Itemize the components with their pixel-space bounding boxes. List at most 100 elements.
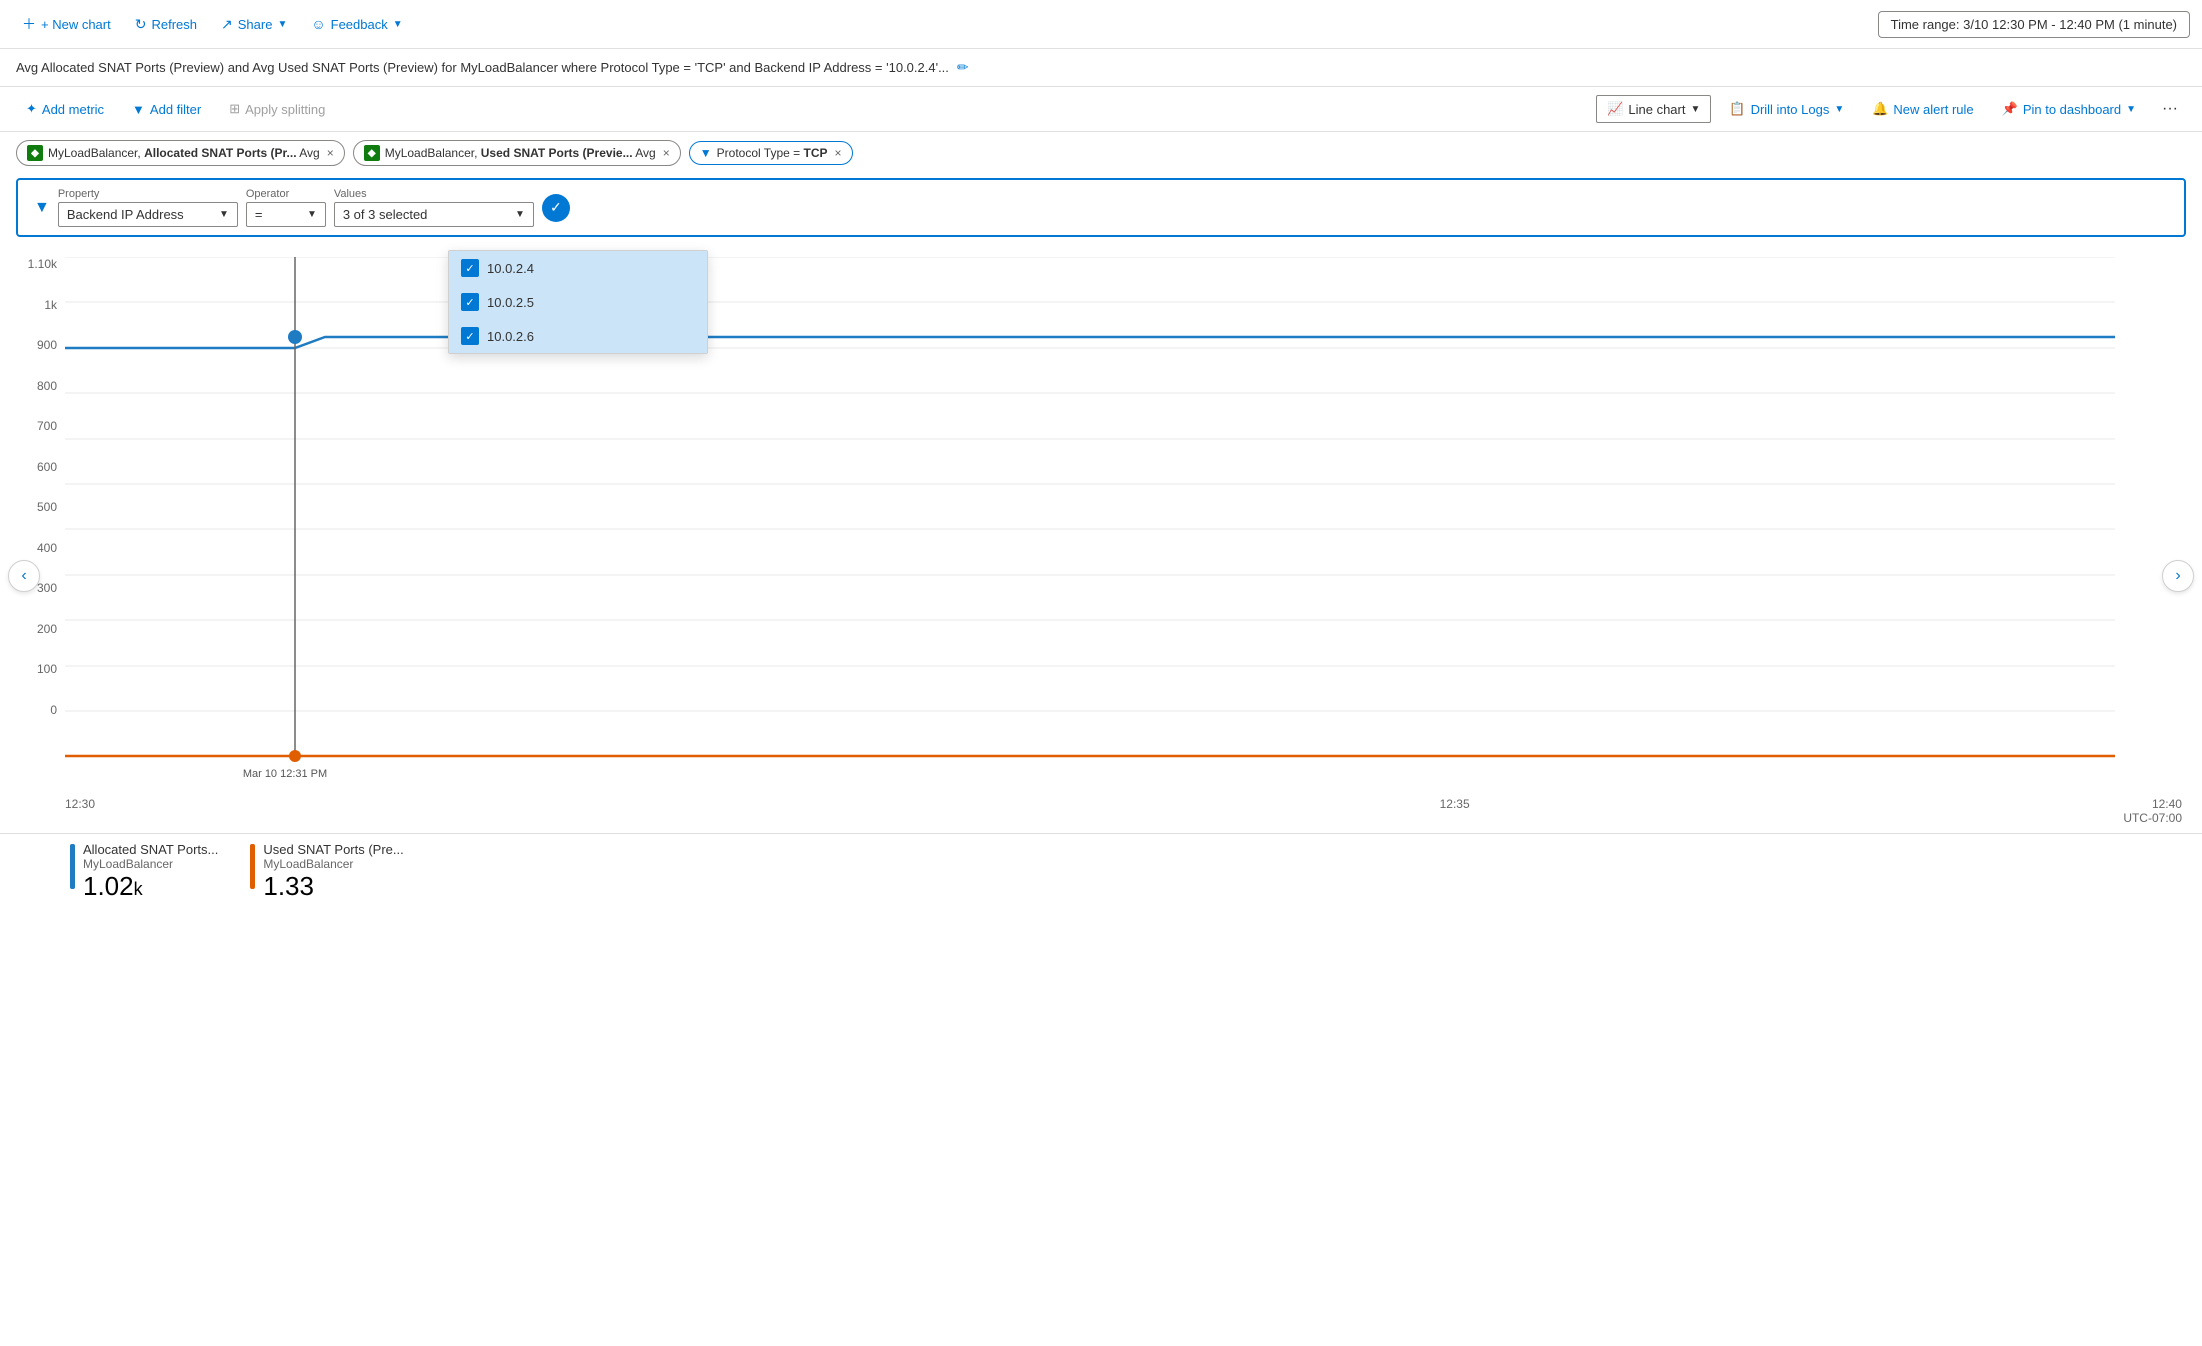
property-select[interactable]: Backend IP Address ▼ <box>58 202 238 227</box>
dropdown-item-2[interactable]: ✓ 10.0.2.5 <box>449 285 707 319</box>
pin-icon: 📌 <box>2002 101 2018 117</box>
chart-nav-right[interactable]: › <box>2162 560 2194 592</box>
new-alert-label: New alert rule <box>1893 102 1973 117</box>
dropdown-value-3: 10.0.2.6 <box>487 329 534 344</box>
cursor-dot-orange <box>289 750 301 762</box>
line-chart-label: Line chart <box>1628 102 1685 117</box>
chart-wrapper: ‹ › 1.10k 1k 900 800 700 600 500 400 300… <box>0 241 2202 910</box>
add-filter-icon: ▼ <box>132 102 145 117</box>
time-range-label: Time range: 3/10 12:30 PM - 12:40 PM (1 … <box>1891 17 2177 32</box>
legend-value-1: 1.02k <box>83 871 218 902</box>
operator-field: Operator = ▼ <box>246 188 326 227</box>
chip-filter-close[interactable]: × <box>834 146 841 160</box>
cursor-dot-blue <box>288 330 302 344</box>
share-chevron-icon: ▼ <box>277 19 287 30</box>
chip-label-2: MyLoadBalancer, Used SNAT Ports (Previe.… <box>385 146 656 160</box>
hover-time-label: Mar 10 12:31 PM <box>243 768 327 780</box>
property-field: Property Backend IP Address ▼ <box>58 188 238 227</box>
legend: Allocated SNAT Ports... MyLoadBalancer 1… <box>0 833 2202 910</box>
chart-svg: Mar 10 12:31 PM <box>65 257 2202 797</box>
edit-icon[interactable]: ✏ <box>957 59 969 76</box>
check-icon-3: ✓ <box>461 327 479 345</box>
y-label-200: 200 <box>0 622 57 636</box>
values-chevron-icon: ▼ <box>515 209 525 220</box>
drill-chevron-icon: ▼ <box>1834 104 1844 115</box>
chip-close-2[interactable]: × <box>663 146 670 160</box>
property-chevron-icon: ▼ <box>219 209 229 220</box>
more-options-button[interactable]: ··· <box>2154 95 2186 123</box>
feedback-chevron-icon: ▼ <box>393 19 403 30</box>
feedback-label: Feedback <box>331 17 388 32</box>
chip-protocol-type[interactable]: ▼ Protocol Type = TCP × <box>689 141 853 165</box>
chart-line-allocated <box>65 337 2115 348</box>
drill-logs-label: Drill into Logs <box>1751 102 1830 117</box>
plus-icon: ＋ <box>22 14 36 34</box>
values-select[interactable]: 3 of 3 selected ▼ <box>334 202 534 227</box>
values-field: Values 3 of 3 selected ▼ <box>334 188 534 227</box>
pin-chevron-icon: ▼ <box>2126 104 2136 115</box>
drill-into-logs-button[interactable]: 📋 Drill into Logs ▼ <box>1719 96 1854 122</box>
values-label: Values <box>334 188 534 200</box>
new-chart-button[interactable]: ＋ + New chart <box>12 8 121 40</box>
apply-splitting-button[interactable]: ⊞ Apply splitting <box>219 96 335 122</box>
check-icon-2: ✓ <box>461 293 479 311</box>
chart-nav-left[interactable]: ‹ <box>8 560 40 592</box>
legend-label-2: Used SNAT Ports (Pre... <box>263 842 403 857</box>
pin-to-dashboard-button[interactable]: 📌 Pin to dashboard ▼ <box>1992 96 2146 122</box>
pin-label: Pin to dashboard <box>2023 102 2121 117</box>
drill-logs-icon: 📋 <box>1729 101 1745 117</box>
legend-color-1 <box>70 844 75 889</box>
legend-sublabel-1: MyLoadBalancer <box>83 857 218 871</box>
legend-label-1: Allocated SNAT Ports... <box>83 842 218 857</box>
add-metric-label: Add metric <box>42 102 104 117</box>
new-alert-rule-button[interactable]: 🔔 New alert rule <box>1862 96 1983 122</box>
chart-area: 1.10k 1k 900 800 700 600 500 400 300 200… <box>0 241 2202 825</box>
y-label-1100: 1.10k <box>0 257 57 271</box>
legend-sublabel-2: MyLoadBalancer <box>263 857 403 871</box>
share-label: Share <box>238 17 273 32</box>
add-metric-icon: ✦ <box>26 101 37 117</box>
line-chart-icon: 📈 <box>1607 101 1623 117</box>
feedback-button[interactable]: ☺ Feedback ▼ <box>301 10 412 38</box>
feedback-icon: ☺ <box>311 16 325 32</box>
add-metric-button[interactable]: ✦ Add metric <box>16 96 114 122</box>
y-label-400: 400 <box>0 541 57 555</box>
dropdown-item-1[interactable]: ✓ 10.0.2.4 <box>449 251 707 285</box>
operator-select[interactable]: = ▼ <box>246 202 326 227</box>
metrics-toolbar: ✦ Add metric ▼ Add filter ⊞ Apply splitt… <box>0 87 2202 132</box>
add-filter-label: Add filter <box>150 102 201 117</box>
chip-close-1[interactable]: × <box>327 146 334 160</box>
y-axis: 1.10k 1k 900 800 700 600 500 400 300 200… <box>0 257 65 757</box>
property-value: Backend IP Address <box>67 207 184 222</box>
legend-item-2: Used SNAT Ports (Pre... MyLoadBalancer 1… <box>250 842 403 902</box>
operator-chevron-icon: ▼ <box>307 209 317 220</box>
y-label-500: 500 <box>0 500 57 514</box>
y-label-800: 800 <box>0 379 57 393</box>
filter-confirm-button[interactable]: ✓ <box>542 194 570 222</box>
check-icon-1: ✓ <box>461 259 479 277</box>
legend-value-2: 1.33 <box>263 871 403 902</box>
chart-type-button[interactable]: 📈 Line chart ▼ <box>1596 95 1711 123</box>
chip-icon-2: ◆ <box>364 145 380 161</box>
filter-row-icon: ▼ <box>34 199 50 217</box>
refresh-button[interactable]: ↻ Refresh <box>125 10 207 39</box>
y-label-900: 900 <box>0 338 57 352</box>
time-range-button[interactable]: Time range: 3/10 12:30 PM - 12:40 PM (1 … <box>1878 11 2190 38</box>
chart-type-chevron-icon: ▼ <box>1690 104 1700 115</box>
chip-used-snat[interactable]: ◆ MyLoadBalancer, Used SNAT Ports (Previ… <box>353 140 681 166</box>
y-label-700: 700 <box>0 419 57 433</box>
y-label-1k: 1k <box>0 298 57 312</box>
utc-label: UTC-07:00 <box>0 811 2182 825</box>
new-chart-label: + New chart <box>41 17 111 32</box>
share-button[interactable]: ↗ Share ▼ <box>211 10 297 39</box>
y-label-100: 100 <box>0 662 57 676</box>
dropdown-item-3[interactable]: ✓ 10.0.2.6 <box>449 319 707 353</box>
toolbar-right: Time range: 3/10 12:30 PM - 12:40 PM (1 … <box>1878 11 2190 38</box>
x-axis: 12:30 12:35 12:40 <box>65 797 2182 811</box>
chip-allocated-snat[interactable]: ◆ MyLoadBalancer, Allocated SNAT Ports (… <box>16 140 345 166</box>
add-filter-button[interactable]: ▼ Add filter <box>122 97 211 122</box>
x-label-1235: 12:35 <box>1440 797 1470 811</box>
values-dropdown: ✓ 10.0.2.4 ✓ 10.0.2.5 ✓ 10.0.2.6 <box>448 250 708 354</box>
dropdown-value-2: 10.0.2.5 <box>487 295 534 310</box>
refresh-icon: ↻ <box>135 16 147 33</box>
